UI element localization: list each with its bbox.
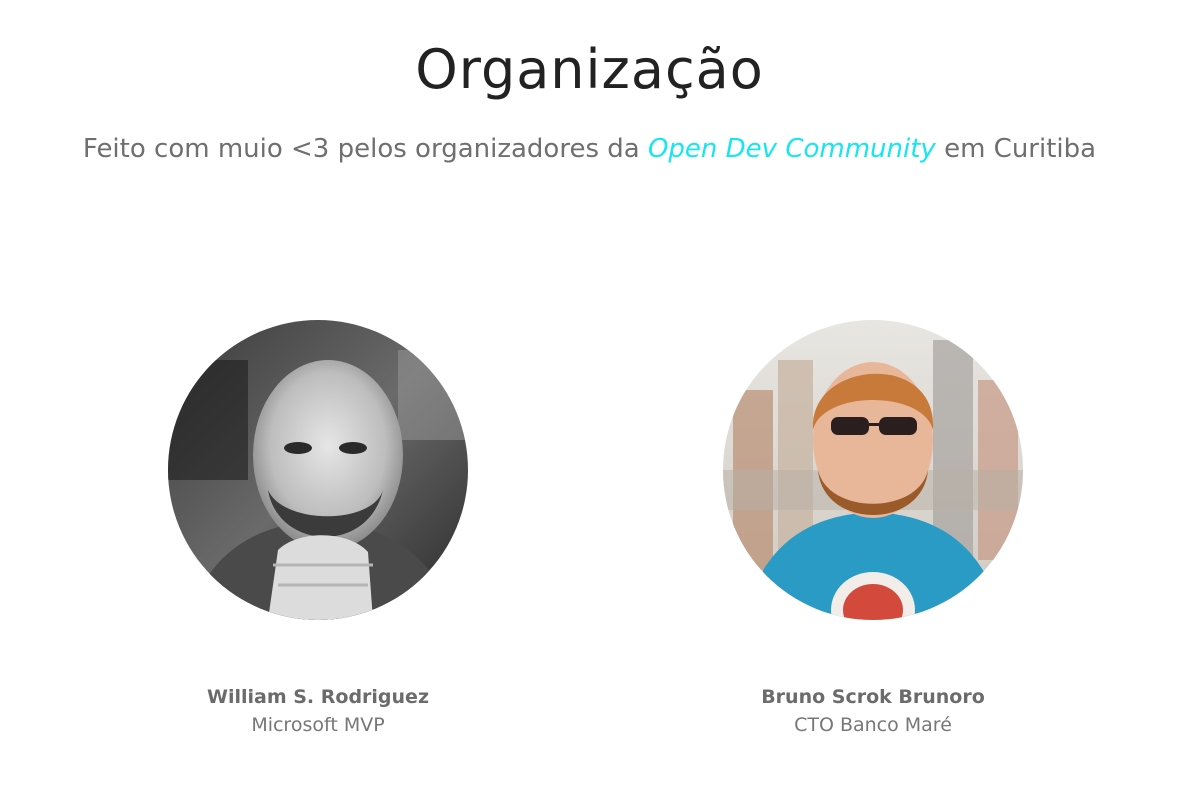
organizer-photo bbox=[168, 320, 468, 620]
subtitle-prefix: Feito com muio <3 pelos organizadores da bbox=[82, 134, 648, 164]
organizer-role: CTO Banco Maré bbox=[794, 714, 952, 736]
community-link[interactable]: Open Dev Community bbox=[648, 134, 936, 164]
section-subtitle: Feito com muio <3 pelos organizadores da… bbox=[0, 134, 1179, 164]
organizer-photo bbox=[723, 320, 1023, 620]
avatar bbox=[168, 320, 468, 620]
organizer-name: William S. Rodriguez bbox=[207, 686, 429, 708]
organizer-card: Bruno Scrok Brunoro CTO Banco Maré bbox=[723, 320, 1023, 736]
organizer-role: Microsoft MVP bbox=[251, 714, 385, 736]
avatar bbox=[723, 320, 1023, 620]
subtitle-suffix: em Curitiba bbox=[935, 134, 1097, 164]
organizer-name: Bruno Scrok Brunoro bbox=[761, 686, 985, 708]
section-title: Organização bbox=[415, 38, 764, 101]
organizer-card: William S. Rodriguez Microsoft MVP bbox=[168, 320, 468, 736]
